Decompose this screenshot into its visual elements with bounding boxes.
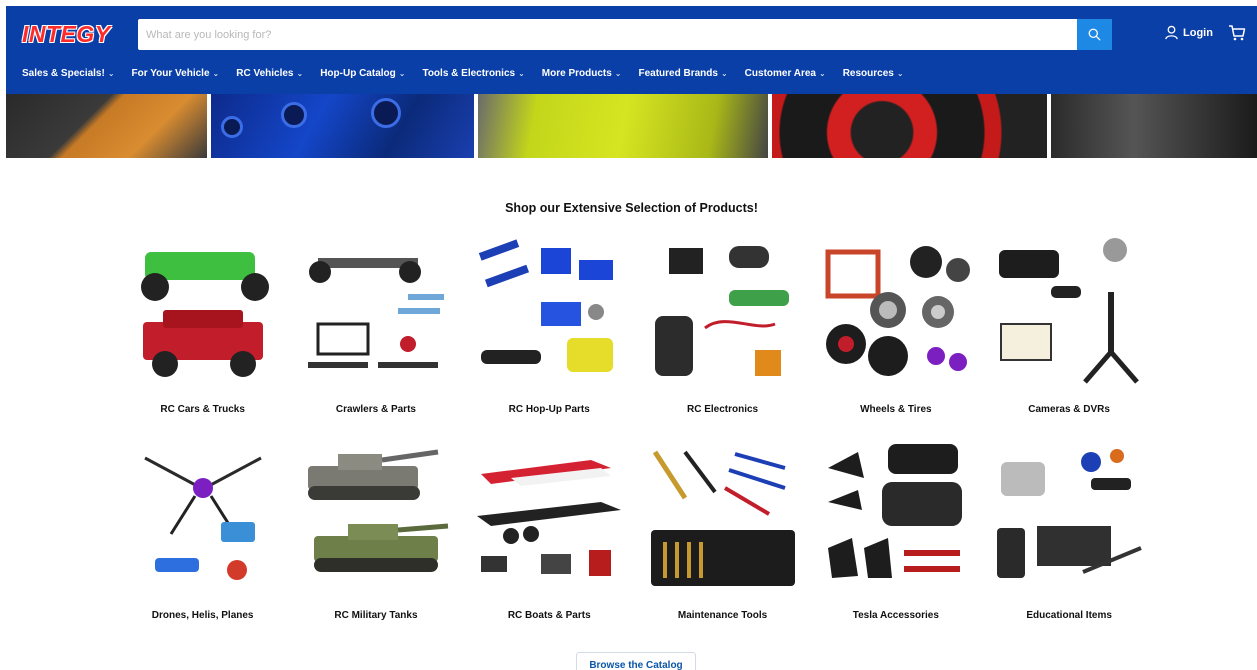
category-label: Cameras & DVRs bbox=[1028, 404, 1110, 415]
chevron-down-icon: ⌄ bbox=[819, 69, 826, 78]
search-button[interactable] bbox=[1077, 19, 1112, 50]
banner-image-aluminum-parts bbox=[6, 94, 208, 158]
category-image bbox=[645, 438, 801, 594]
nav-rc-vehicles[interactable]: RC Vehicles ⌄ bbox=[236, 68, 303, 79]
nav-label: Tools & Electronics bbox=[422, 68, 516, 79]
nav-hop-up-catalog[interactable]: Hop-Up Catalog ⌄ bbox=[320, 68, 405, 79]
category-rc-boats-parts[interactable]: RC Boats & Parts bbox=[463, 438, 636, 644]
nav-label: RC Vehicles bbox=[236, 68, 294, 79]
category-label: Educational Items bbox=[1026, 610, 1112, 621]
category-educational-items[interactable]: Educational Items bbox=[982, 438, 1155, 644]
category-label: Wheels & Tires bbox=[860, 404, 932, 415]
nav-more-products[interactable]: More Products ⌄ bbox=[542, 68, 622, 79]
chevron-down-icon: ⌄ bbox=[614, 69, 622, 78]
category-label: RC Hop-Up Parts bbox=[508, 404, 590, 415]
nav-label: Featured Brands bbox=[638, 68, 718, 79]
section-title: Shop our Extensive Selection of Products… bbox=[505, 201, 758, 215]
chevron-down-icon: ⌄ bbox=[398, 69, 406, 78]
site-header: INTEGY Login bbox=[6, 6, 1257, 94]
category-drones-helis-planes[interactable]: Drones, Helis, Planes bbox=[116, 438, 289, 644]
category-label: RC Cars & Trucks bbox=[160, 404, 245, 415]
nav-label: For Your Vehicle bbox=[131, 68, 210, 79]
category-image bbox=[125, 232, 281, 388]
nav-label: Sales & Specials! bbox=[22, 68, 105, 79]
category-label: Drones, Helis, Planes bbox=[151, 610, 254, 621]
category-image bbox=[298, 232, 454, 388]
category-image bbox=[645, 232, 801, 388]
category-image bbox=[471, 438, 627, 594]
chevron-down-icon: ⌄ bbox=[296, 69, 304, 78]
chevron-down-icon: ⌄ bbox=[107, 69, 115, 78]
category-label: Maintenance Tools bbox=[677, 610, 768, 621]
nav-customer-area[interactable]: Customer Area ⌄ bbox=[745, 68, 826, 79]
category-image bbox=[991, 232, 1147, 388]
nav-sales-specials[interactable]: Sales & Specials! ⌄ bbox=[22, 68, 115, 79]
page: INTEGY Login bbox=[6, 6, 1257, 670]
nav-for-your-vehicle[interactable]: For Your Vehicle ⌄ bbox=[132, 68, 220, 79]
banner-image-yellow-parts bbox=[478, 94, 768, 158]
chevron-down-icon: ⌄ bbox=[896, 69, 904, 78]
nav-label: Resources bbox=[842, 68, 894, 79]
category-label: RC Military Tanks bbox=[334, 610, 418, 621]
login-label: Login bbox=[1183, 26, 1213, 39]
category-rc-cars-trucks[interactable]: RC Cars & Trucks bbox=[116, 232, 289, 438]
chevron-down-icon: ⌄ bbox=[518, 69, 525, 78]
chevron-down-icon: ⌄ bbox=[720, 69, 728, 78]
nav-label: More Products bbox=[541, 68, 612, 79]
category-cameras-dvrs[interactable]: Cameras & DVRs bbox=[982, 232, 1155, 438]
category-rc-electronics[interactable]: RC Electronics bbox=[636, 232, 809, 438]
category-image bbox=[471, 232, 627, 388]
logo-text: INTEGY bbox=[22, 20, 111, 47]
banner-image-motor bbox=[1050, 94, 1257, 158]
hero-banner[interactable] bbox=[6, 94, 1257, 158]
search-input[interactable] bbox=[138, 19, 1077, 50]
category-image bbox=[818, 232, 974, 388]
category-image bbox=[125, 438, 281, 594]
category-grid: RC Cars & Trucks Crawlers & Parts RC Hop… bbox=[116, 232, 1156, 644]
category-crawlers-parts[interactable]: Crawlers & Parts bbox=[289, 232, 462, 438]
category-rc-hop-up-parts[interactable]: RC Hop-Up Parts bbox=[463, 232, 636, 438]
category-wheels-tires[interactable]: Wheels & Tires bbox=[809, 232, 982, 438]
cart-button[interactable] bbox=[1228, 24, 1246, 47]
integy-logo[interactable]: INTEGY bbox=[22, 20, 122, 47]
login-link[interactable]: Login bbox=[1164, 25, 1213, 40]
main-nav: Sales & Specials! ⌄ For Your Vehicle ⌄ RC … bbox=[22, 68, 921, 79]
category-label: RC Boats & Parts bbox=[507, 610, 591, 621]
category-label: Crawlers & Parts bbox=[335, 404, 416, 415]
search-icon bbox=[1088, 28, 1101, 41]
chevron-down-icon: ⌄ bbox=[212, 69, 220, 78]
banner-image-blue-parts bbox=[211, 94, 475, 158]
user-icon bbox=[1165, 25, 1178, 40]
category-maintenance-tools[interactable]: Maintenance Tools bbox=[636, 438, 809, 644]
browse-catalog-button[interactable]: Browse the Catalog bbox=[576, 652, 696, 670]
nav-label: Hop-Up Catalog bbox=[320, 68, 396, 79]
cart-icon bbox=[1229, 25, 1246, 41]
banner-image-red-wheel bbox=[771, 94, 1047, 158]
category-image bbox=[991, 438, 1147, 594]
category-rc-military-tanks[interactable]: RC Military Tanks bbox=[289, 438, 462, 644]
nav-tools-electronics[interactable]: Tools & Electronics ⌄ bbox=[422, 68, 524, 79]
nav-resources[interactable]: Resources ⌄ bbox=[843, 68, 904, 79]
search-bar bbox=[138, 19, 1112, 50]
nav-label: Customer Area bbox=[744, 68, 816, 79]
category-image bbox=[298, 438, 454, 594]
category-label: Tesla Accessories bbox=[852, 610, 939, 621]
category-tesla-accessories[interactable]: Tesla Accessories bbox=[809, 438, 982, 644]
category-image bbox=[818, 438, 974, 594]
nav-featured-brands[interactable]: Featured Brands ⌄ bbox=[639, 68, 728, 79]
category-label: RC Electronics bbox=[686, 404, 759, 415]
